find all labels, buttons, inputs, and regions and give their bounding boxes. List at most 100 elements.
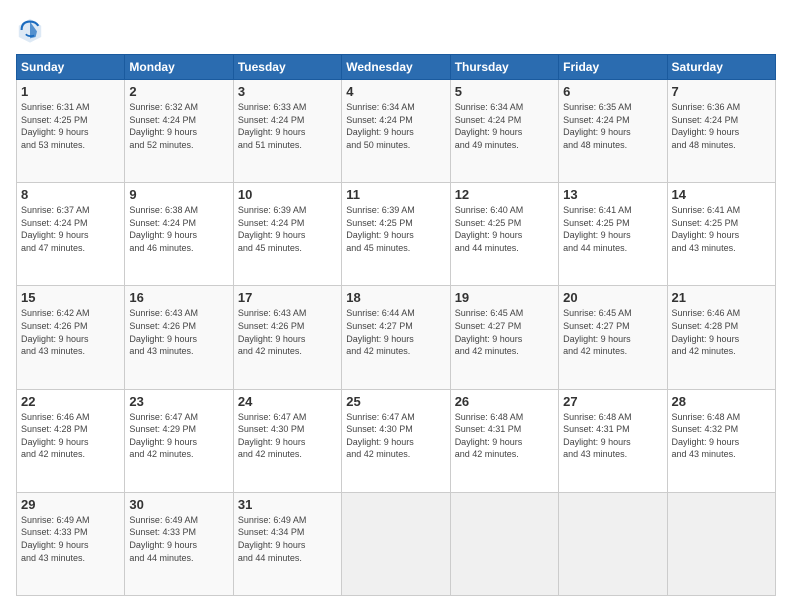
day-info: Sunrise: 6:33 AM Sunset: 4:24 PM Dayligh… bbox=[238, 101, 337, 151]
day-number: 8 bbox=[21, 187, 120, 202]
day-number: 23 bbox=[129, 394, 228, 409]
day-info: Sunrise: 6:45 AM Sunset: 4:27 PM Dayligh… bbox=[455, 307, 554, 357]
weekday-header-tuesday: Tuesday bbox=[233, 55, 341, 80]
day-number: 6 bbox=[563, 84, 662, 99]
day-info: Sunrise: 6:31 AM Sunset: 4:25 PM Dayligh… bbox=[21, 101, 120, 151]
calendar-cell: 16Sunrise: 6:43 AM Sunset: 4:26 PM Dayli… bbox=[125, 286, 233, 389]
weekday-header-saturday: Saturday bbox=[667, 55, 775, 80]
calendar-cell: 17 Sunrise: 6:43 AM Sunset: 4:26 PM Dayli… bbox=[233, 286, 341, 389]
calendar-cell: 22 Sunrise: 6:46 AM Sunset: 4:28 PM Dayli… bbox=[17, 389, 125, 492]
day-number: 2 bbox=[129, 84, 228, 99]
calendar-cell: 5Sunrise: 6:34 AM Sunset: 4:24 PM Daylig… bbox=[450, 80, 558, 183]
weekday-header-sunday: Sunday bbox=[17, 55, 125, 80]
day-info: Sunrise: 6:41 AM Sunset: 4:25 PM Dayligh… bbox=[672, 204, 771, 254]
calendar-cell: 20 Sunrise: 6:45 AM Sunset: 4:27 PM Dayli… bbox=[559, 286, 667, 389]
day-number: 28 bbox=[672, 394, 771, 409]
day-number: 13 bbox=[563, 187, 662, 202]
day-number: 11 bbox=[346, 187, 445, 202]
day-info: Sunrise: 6:39 AM Sunset: 4:25 PM Dayligh… bbox=[346, 204, 445, 254]
calendar-cell: 21Sunrise: 6:46 AM Sunset: 4:28 PM Dayli… bbox=[667, 286, 775, 389]
day-info: Sunrise: 6:48 AM Sunset: 4:31 PM Dayligh… bbox=[563, 411, 662, 461]
day-number: 18 bbox=[346, 290, 445, 305]
day-info: Sunrise: 6:48 AM Sunset: 4:32 PM Dayligh… bbox=[672, 411, 771, 461]
calendar-cell: 24 Sunrise: 6:47 AM Sunset: 4:30 PM Dayli… bbox=[233, 389, 341, 492]
day-number: 12 bbox=[455, 187, 554, 202]
calendar-cell: 13 Sunrise: 6:41 AM Sunset: 4:25 PM Dayli… bbox=[559, 183, 667, 286]
calendar-cell: 28 Sunrise: 6:48 AM Sunset: 4:32 PM Dayli… bbox=[667, 389, 775, 492]
day-info: Sunrise: 6:44 AM Sunset: 4:27 PM Dayligh… bbox=[346, 307, 445, 357]
calendar-cell: 23 Sunrise: 6:47 AM Sunset: 4:29 PM Dayli… bbox=[125, 389, 233, 492]
day-info: Sunrise: 6:38 AM Sunset: 4:24 PM Dayligh… bbox=[129, 204, 228, 254]
weekday-header-friday: Friday bbox=[559, 55, 667, 80]
calendar-cell: 12 Sunrise: 6:40 AM Sunset: 4:25 PM Dayli… bbox=[450, 183, 558, 286]
day-info: Sunrise: 6:49 AM Sunset: 4:33 PM Dayligh… bbox=[21, 514, 120, 564]
week-row-3: 22 Sunrise: 6:46 AM Sunset: 4:28 PM Dayli… bbox=[17, 389, 776, 492]
day-number: 10 bbox=[238, 187, 337, 202]
calendar-cell: 31Sunrise: 6:49 AM Sunset: 4:34 PM Dayli… bbox=[233, 492, 341, 595]
calendar-cell: 29 Sunrise: 6:49 AM Sunset: 4:33 PM Dayli… bbox=[17, 492, 125, 595]
weekday-header-thursday: Thursday bbox=[450, 55, 558, 80]
day-info: Sunrise: 6:32 AM Sunset: 4:24 PM Dayligh… bbox=[129, 101, 228, 151]
calendar-cell: 15 Sunrise: 6:42 AM Sunset: 4:26 PM Dayli… bbox=[17, 286, 125, 389]
day-info: Sunrise: 6:40 AM Sunset: 4:25 PM Dayligh… bbox=[455, 204, 554, 254]
day-info: Sunrise: 6:34 AM Sunset: 4:24 PM Dayligh… bbox=[455, 101, 554, 151]
week-row-1: 8Sunrise: 6:37 AM Sunset: 4:24 PM Daylig… bbox=[17, 183, 776, 286]
day-number: 24 bbox=[238, 394, 337, 409]
calendar-cell bbox=[559, 492, 667, 595]
day-info: Sunrise: 6:42 AM Sunset: 4:26 PM Dayligh… bbox=[21, 307, 120, 357]
logo-icon bbox=[16, 16, 44, 44]
day-info: Sunrise: 6:47 AM Sunset: 4:30 PM Dayligh… bbox=[346, 411, 445, 461]
calendar-cell bbox=[667, 492, 775, 595]
day-info: Sunrise: 6:47 AM Sunset: 4:29 PM Dayligh… bbox=[129, 411, 228, 461]
day-number: 17 bbox=[238, 290, 337, 305]
day-info: Sunrise: 6:48 AM Sunset: 4:31 PM Dayligh… bbox=[455, 411, 554, 461]
day-info: Sunrise: 6:46 AM Sunset: 4:28 PM Dayligh… bbox=[21, 411, 120, 461]
day-number: 25 bbox=[346, 394, 445, 409]
day-number: 29 bbox=[21, 497, 120, 512]
calendar-cell: 6 Sunrise: 6:35 AM Sunset: 4:24 PM Daylig… bbox=[559, 80, 667, 183]
day-info: Sunrise: 6:34 AM Sunset: 4:24 PM Dayligh… bbox=[346, 101, 445, 151]
calendar-cell bbox=[450, 492, 558, 595]
calendar-cell bbox=[342, 492, 450, 595]
weekday-row: SundayMondayTuesdayWednesdayThursdayFrid… bbox=[17, 55, 776, 80]
day-number: 16 bbox=[129, 290, 228, 305]
day-number: 22 bbox=[21, 394, 120, 409]
logo bbox=[16, 16, 48, 44]
calendar-cell: 27Sunrise: 6:48 AM Sunset: 4:31 PM Dayli… bbox=[559, 389, 667, 492]
day-number: 15 bbox=[21, 290, 120, 305]
calendar-cell: 2 Sunrise: 6:32 AM Sunset: 4:24 PM Daylig… bbox=[125, 80, 233, 183]
day-number: 30 bbox=[129, 497, 228, 512]
calendar-table: SundayMondayTuesdayWednesdayThursdayFrid… bbox=[16, 54, 776, 596]
day-info: Sunrise: 6:39 AM Sunset: 4:24 PM Dayligh… bbox=[238, 204, 337, 254]
day-number: 9 bbox=[129, 187, 228, 202]
calendar-cell: 26Sunrise: 6:48 AM Sunset: 4:31 PM Dayli… bbox=[450, 389, 558, 492]
day-number: 4 bbox=[346, 84, 445, 99]
calendar-cell: 9 Sunrise: 6:38 AM Sunset: 4:24 PM Daylig… bbox=[125, 183, 233, 286]
calendar-cell: 1 Sunrise: 6:31 AM Sunset: 4:25 PM Daylig… bbox=[17, 80, 125, 183]
day-number: 19 bbox=[455, 290, 554, 305]
day-info: Sunrise: 6:47 AM Sunset: 4:30 PM Dayligh… bbox=[238, 411, 337, 461]
weekday-header-monday: Monday bbox=[125, 55, 233, 80]
day-number: 31 bbox=[238, 497, 337, 512]
day-number: 7 bbox=[672, 84, 771, 99]
week-row-4: 29 Sunrise: 6:49 AM Sunset: 4:33 PM Dayli… bbox=[17, 492, 776, 595]
day-info: Sunrise: 6:49 AM Sunset: 4:33 PM Dayligh… bbox=[129, 514, 228, 564]
page: SundayMondayTuesdayWednesdayThursdayFrid… bbox=[0, 0, 792, 612]
day-number: 20 bbox=[563, 290, 662, 305]
weekday-header-wednesday: Wednesday bbox=[342, 55, 450, 80]
day-number: 21 bbox=[672, 290, 771, 305]
day-number: 1 bbox=[21, 84, 120, 99]
calendar-cell: 7Sunrise: 6:36 AM Sunset: 4:24 PM Daylig… bbox=[667, 80, 775, 183]
calendar-cell: 10 Sunrise: 6:39 AM Sunset: 4:24 PM Dayli… bbox=[233, 183, 341, 286]
calendar-cell: 3Sunrise: 6:33 AM Sunset: 4:24 PM Daylig… bbox=[233, 80, 341, 183]
day-info: Sunrise: 6:45 AM Sunset: 4:27 PM Dayligh… bbox=[563, 307, 662, 357]
calendar-cell: 19 Sunrise: 6:45 AM Sunset: 4:27 PM Dayli… bbox=[450, 286, 558, 389]
day-info: Sunrise: 6:41 AM Sunset: 4:25 PM Dayligh… bbox=[563, 204, 662, 254]
week-row-2: 15 Sunrise: 6:42 AM Sunset: 4:26 PM Dayli… bbox=[17, 286, 776, 389]
day-info: Sunrise: 6:43 AM Sunset: 4:26 PM Dayligh… bbox=[238, 307, 337, 357]
calendar-cell: 4 Sunrise: 6:34 AM Sunset: 4:24 PM Daylig… bbox=[342, 80, 450, 183]
calendar-cell: 11 Sunrise: 6:39 AM Sunset: 4:25 PM Dayli… bbox=[342, 183, 450, 286]
day-info: Sunrise: 6:35 AM Sunset: 4:24 PM Dayligh… bbox=[563, 101, 662, 151]
calendar-cell: 30 Sunrise: 6:49 AM Sunset: 4:33 PM Dayli… bbox=[125, 492, 233, 595]
calendar-cell: 8Sunrise: 6:37 AM Sunset: 4:24 PM Daylig… bbox=[17, 183, 125, 286]
